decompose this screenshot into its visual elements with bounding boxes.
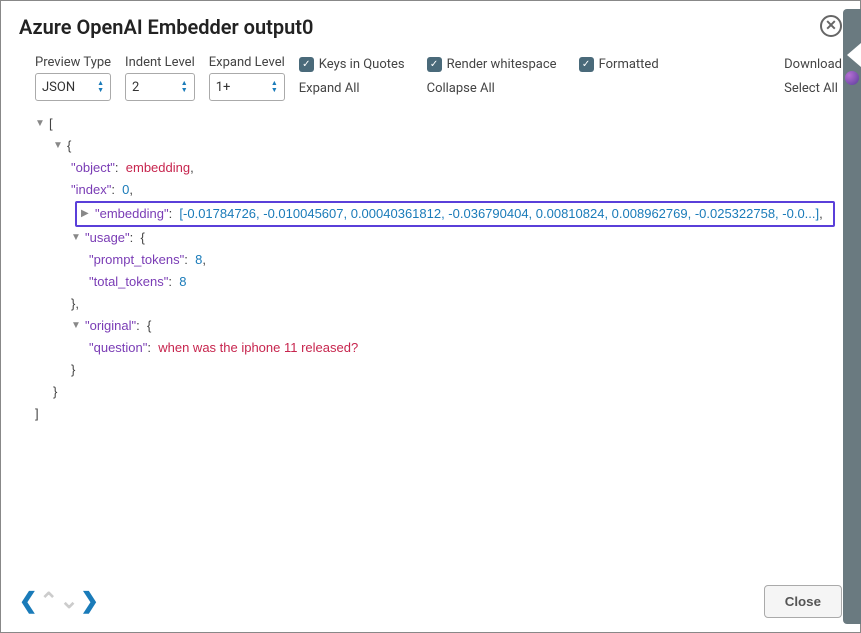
controls-row: Preview Type JSON ▲▼ Indent Level 2 ▲▼ E… (19, 55, 842, 101)
check-label: Keys in Quotes (319, 57, 405, 72)
expand-level-label: Expand Level (209, 55, 285, 70)
json-line: "question": when was the iphone 11 relea… (35, 337, 842, 359)
collapse-icon[interactable]: ▼ (71, 315, 81, 337)
json-line: }, (35, 293, 842, 315)
expand-all-link[interactable]: Expand All (299, 79, 405, 97)
preview-type-value: JSON (42, 80, 75, 95)
chevron-down-icon[interactable]: ⌄ (60, 589, 78, 614)
json-line: } (35, 359, 842, 381)
side-tab[interactable]: DataViz (843, 9, 861, 624)
json-line: "prompt_tokens": 8, (35, 249, 842, 271)
expand-level-value: 1+ (216, 80, 231, 95)
json-line: } (35, 381, 842, 403)
chevron-up-icon[interactable]: ⌃ (39, 589, 57, 614)
download-link[interactable]: Download (784, 55, 842, 73)
header: Azure OpenAI Embedder output0 ✕ (19, 15, 842, 39)
keys-in-quotes-check[interactable]: ✓ Keys in Quotes (299, 55, 405, 73)
render-whitespace-check[interactable]: ✓ Render whitespace (427, 55, 557, 73)
json-line: "object": embedding, (35, 157, 842, 179)
json-line: ▼"usage": { (35, 227, 842, 249)
close-button[interactable]: Close (764, 585, 842, 618)
expand-icon[interactable]: ▶ (81, 203, 91, 225)
json-line: ▼"original": { (35, 315, 842, 337)
dialog: DataViz Azure OpenAI Embedder output0 ✕ … (0, 0, 861, 633)
dialog-title: Azure OpenAI Embedder output0 (19, 15, 313, 39)
checkbox-icon: ✓ (579, 57, 594, 72)
preview-type-select[interactable]: JSON ▲▼ (35, 73, 111, 101)
json-line: "total_tokens": 8 (35, 271, 842, 293)
chevron-first-icon[interactable]: ❮ (19, 589, 37, 614)
select-all-link[interactable]: Select All (784, 79, 842, 97)
collapse-icon[interactable]: ▼ (71, 227, 81, 249)
collapse-icon[interactable]: ▼ (35, 113, 45, 135)
preview-type-group: Preview Type JSON ▲▼ (35, 55, 111, 101)
checkbox-icon: ✓ (427, 57, 442, 72)
collapse-icon[interactable]: ▼ (53, 135, 63, 157)
expand-level-group: Expand Level 1+ ▲▼ (209, 55, 285, 101)
expand-level-select[interactable]: 1+ ▲▼ (209, 73, 285, 101)
collapse-all-link[interactable]: Collapse All (427, 79, 557, 97)
dataviz-icon (845, 71, 859, 85)
json-line: ▼{ (35, 135, 842, 157)
close-icon[interactable]: ✕ (820, 15, 842, 37)
indent-level-value: 2 (132, 80, 139, 95)
json-line: ] (35, 403, 842, 425)
control-links: ✓ Keys in Quotes Expand All ✓ Render whi… (299, 55, 842, 97)
stepper-arrows-icon: ▲▼ (181, 80, 188, 94)
indent-level-select[interactable]: 2 ▲▼ (125, 73, 195, 101)
json-line: "index": 0, (35, 179, 842, 201)
json-viewer: ▼[ ▼{ "object": embedding, "index": 0, ▶… (19, 113, 842, 575)
formatted-check[interactable]: ✓ Formatted (579, 55, 659, 73)
indent-level-group: Indent Level 2 ▲▼ (125, 55, 195, 101)
indent-level-label: Indent Level (125, 55, 195, 70)
footer: ❮ ⌃ ⌄ ❯ Close (19, 575, 842, 618)
check-label: Render whitespace (447, 57, 557, 72)
checkbox-icon: ✓ (299, 57, 314, 72)
side-tab-notch (847, 43, 861, 67)
json-line-highlighted: ▶"embedding": [-0.01784726, -0.010045607… (75, 201, 835, 227)
check-label: Formatted (599, 57, 659, 72)
chevron-last-icon[interactable]: ❯ (80, 589, 98, 614)
preview-type-label: Preview Type (35, 55, 111, 70)
json-line: ▼[ (35, 113, 842, 135)
stepper-arrows-icon: ▲▼ (97, 80, 104, 94)
stepper-arrows-icon: ▲▼ (271, 80, 278, 94)
nav-arrows: ❮ ⌃ ⌄ ❯ (19, 589, 99, 614)
